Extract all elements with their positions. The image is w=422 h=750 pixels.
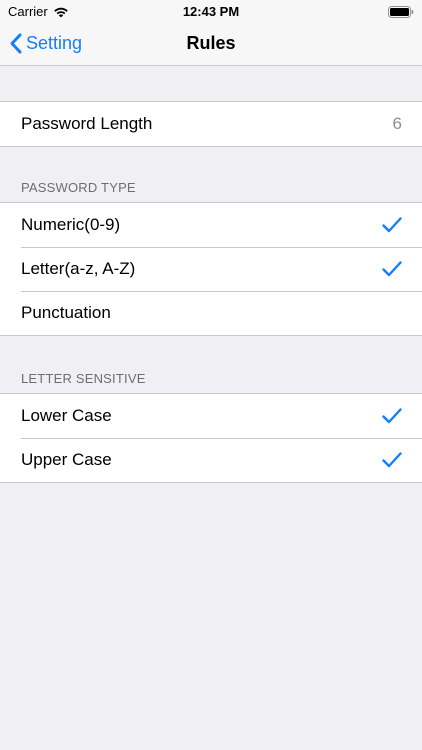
password-length-value: 6	[392, 114, 402, 133]
checkmark-icon	[382, 452, 402, 468]
letter-sensitive-section: Lower Case Upper Case	[0, 393, 422, 483]
password-length-row[interactable]: Password Length 6	[0, 102, 422, 146]
status-bar: Carrier 12:43 PM	[0, 0, 422, 22]
lower-case-row[interactable]: Lower Case	[0, 394, 422, 438]
page-title: Rules	[186, 33, 236, 53]
battery-icon	[388, 5, 414, 23]
checkmark-icon	[382, 217, 402, 233]
password-length-section: Password Length 6	[0, 101, 422, 147]
upper-case-label: Upper Case	[21, 450, 112, 469]
password-type-letter-row[interactable]: Letter(a-z, A-Z)	[0, 247, 422, 291]
password-type-numeric-label: Numeric(0-9)	[21, 215, 121, 234]
password-length-label: Password Length	[21, 114, 153, 133]
lower-case-label: Lower Case	[21, 406, 112, 425]
navigation-bar: Setting Rules	[0, 22, 422, 66]
password-type-punctuation-row[interactable]: Punctuation	[0, 291, 422, 335]
upper-case-row[interactable]: Upper Case	[0, 438, 422, 482]
password-type-numeric-row[interactable]: Numeric(0-9)	[0, 203, 422, 247]
password-type-section: Numeric(0-9) Letter(a-z, A-Z) Punctuatio…	[0, 202, 422, 336]
password-type-punctuation-label: Punctuation	[21, 303, 111, 322]
letter-sensitive-header: LETTER SENSITIVE	[21, 371, 146, 386]
status-time: 12:43 PM	[182, 4, 240, 19]
checkmark-icon	[382, 408, 402, 424]
password-type-header: PASSWORD TYPE	[21, 180, 136, 195]
password-type-letter-label: Letter(a-z, A-Z)	[21, 259, 136, 278]
checkmark-icon	[382, 261, 402, 277]
